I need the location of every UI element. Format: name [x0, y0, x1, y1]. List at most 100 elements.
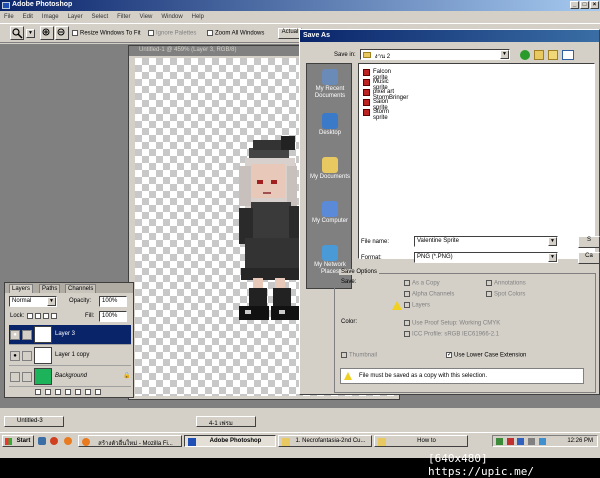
clock[interactable]: 12:26 PM	[567, 438, 593, 444]
layer-row-layer-1-copy[interactable]: ● Layer 1 copy	[9, 346, 131, 366]
ignore-palettes-checkbox[interactable]	[148, 30, 154, 36]
view-menu-icon[interactable]	[562, 50, 574, 60]
lock-transparency-icon[interactable]	[27, 313, 33, 320]
alpha-channels-checkbox[interactable]	[404, 291, 410, 297]
menu-image[interactable]: Image	[42, 14, 59, 20]
ignore-palettes-option[interactable]: Ignore Palettes	[148, 30, 196, 37]
close-button[interactable]: ×	[590, 1, 599, 9]
layer-row-layer-3[interactable]: ● Layer 3	[9, 325, 131, 345]
resize-windows-option[interactable]: Resize Windows To Fit	[72, 30, 141, 37]
minimized-untitled-3[interactable]: Untitled-3	[4, 416, 64, 427]
file-name-arrow[interactable]: ▼	[548, 237, 557, 246]
link-icon[interactable]	[22, 330, 32, 340]
tray-icon[interactable]	[517, 438, 525, 445]
lock-position-icon[interactable]	[43, 313, 49, 320]
menu-select[interactable]: Select	[92, 14, 109, 20]
up-folder-icon[interactable]	[534, 50, 544, 60]
lock-icons[interactable]	[27, 313, 67, 321]
tool-preset-dropdown[interactable]: ▼	[26, 29, 35, 38]
menu-layer[interactable]: Layer	[68, 14, 83, 20]
zoom-out-button[interactable]	[55, 26, 69, 40]
tab-paths[interactable]: Paths	[39, 284, 61, 293]
spot-colors-option[interactable]: Spot Colors	[486, 291, 525, 298]
icc-profile-option[interactable]: ICC Profile: sRGB IEC61966-2.1	[404, 331, 499, 338]
use-proof-setup-checkbox[interactable]	[404, 320, 410, 326]
layers-checkbox[interactable]	[404, 302, 410, 308]
blend-mode-arrow[interactable]: ▼	[47, 297, 56, 306]
thumbnail-option[interactable]: Thumbnail	[341, 352, 377, 359]
link-icon[interactable]	[22, 372, 32, 382]
thumbnail-checkbox[interactable]	[341, 352, 347, 358]
link-icon[interactable]	[22, 351, 32, 361]
place-my-computer[interactable]: My Computer	[307, 198, 353, 242]
tab-channels[interactable]: Channels	[65, 284, 97, 293]
blend-mode-select[interactable]: Normal ▼	[9, 296, 57, 307]
layer-row-background[interactable]: Background 🔒	[9, 367, 131, 387]
task-how-to[interactable]: How to	[374, 435, 468, 447]
visibility-eye-icon[interactable]: ●	[10, 330, 20, 340]
format-arrow[interactable]: ▼	[548, 253, 557, 262]
lower-case-checkbox[interactable]: ✓	[446, 352, 452, 358]
new-group-icon[interactable]	[64, 389, 71, 396]
file-name-input[interactable]: Valentine Sprite ▼	[414, 236, 558, 247]
layer-mask-icon[interactable]	[54, 389, 61, 396]
resize-windows-checkbox[interactable]	[72, 30, 78, 36]
save-in-arrow[interactable]: ▼	[500, 50, 509, 59]
start-button[interactable]: Start	[2, 435, 34, 447]
link-layers-icon[interactable]	[35, 389, 41, 396]
annotations-checkbox[interactable]	[486, 280, 492, 286]
alpha-channels-option[interactable]: Alpha Channels	[404, 291, 454, 298]
speaker-icon[interactable]	[528, 438, 536, 445]
maximize-button[interactable]: □	[580, 1, 589, 9]
zoom-in-button[interactable]	[40, 26, 54, 40]
firefox-icon[interactable]	[64, 437, 72, 445]
layers-option[interactable]: Layers	[404, 302, 430, 309]
icc-profile-checkbox[interactable]	[404, 331, 410, 337]
cancel-button[interactable]: Ca	[578, 252, 600, 264]
menu-window[interactable]: Window	[161, 14, 182, 20]
tab-layers[interactable]: Layers	[9, 284, 34, 293]
opacity-input[interactable]: 100%	[99, 296, 127, 307]
save-button[interactable]: S	[578, 236, 600, 248]
tray-icon[interactable]	[496, 438, 503, 445]
new-folder-icon[interactable]	[548, 50, 558, 60]
lock-pixels-icon[interactable]	[35, 313, 41, 320]
file-list[interactable]: Falcon sprite Music sprite pixel art Sto…	[358, 63, 595, 259]
tray-icon[interactable]	[538, 438, 546, 445]
zoom-all-windows-option[interactable]: Zoom All Windows	[207, 30, 264, 37]
annotations-option[interactable]: Annotations	[486, 280, 526, 287]
quick-launch-icon[interactable]	[38, 437, 46, 445]
adjustment-layer-icon[interactable]	[74, 389, 81, 396]
fill-input[interactable]: 100%	[99, 311, 127, 322]
place-my-documents[interactable]: My Documents	[307, 154, 353, 198]
menu-help[interactable]: Help	[192, 14, 204, 20]
visibility-eye-icon[interactable]: ●	[10, 351, 20, 361]
as-a-copy-checkbox[interactable]	[404, 280, 410, 286]
use-proof-setup-option[interactable]: Use Proof Setup: Working CMYK	[404, 320, 500, 327]
tray-icon[interactable]	[506, 438, 514, 445]
spot-colors-checkbox[interactable]	[486, 291, 492, 297]
new-layer-icon[interactable]	[84, 389, 91, 396]
place-recent-documents[interactable]: My Recent Documents	[307, 66, 353, 110]
save-in-select[interactable]: งาน 2 ▼	[360, 49, 510, 60]
zoom-all-windows-checkbox[interactable]	[207, 30, 213, 36]
task-photoshop[interactable]: Adobe Photoshop	[184, 435, 276, 447]
menu-file[interactable]: File	[4, 14, 14, 20]
place-desktop[interactable]: Desktop	[307, 110, 353, 154]
zoom-tool-button[interactable]	[10, 26, 24, 40]
lock-all-icon[interactable]	[51, 313, 57, 320]
lower-case-option[interactable]: ✓ Use Lower Case Extension	[446, 352, 526, 359]
format-select[interactable]: PNG (*.PNG) ▼	[414, 252, 558, 263]
quick-launch-icon[interactable]	[50, 437, 58, 445]
layer-style-icon[interactable]	[44, 389, 51, 396]
menu-view[interactable]: View	[139, 14, 152, 20]
back-icon[interactable]	[520, 50, 530, 60]
minimized-4-1[interactable]: 4-1 เฟรม	[196, 416, 256, 427]
menu-edit[interactable]: Edit	[23, 14, 33, 20]
as-a-copy-option[interactable]: As a Copy	[404, 280, 440, 287]
trash-icon[interactable]	[94, 389, 101, 396]
visibility-eye-icon[interactable]	[10, 372, 20, 382]
task-firefox[interactable]: สร้างตัวอื่นใหม่ - Mozilla Fi...	[78, 435, 182, 447]
menu-filter[interactable]: Filter	[117, 14, 130, 20]
task-necrofantasia[interactable]: 1. Necrofantasia-2nd Cu...	[278, 435, 372, 447]
